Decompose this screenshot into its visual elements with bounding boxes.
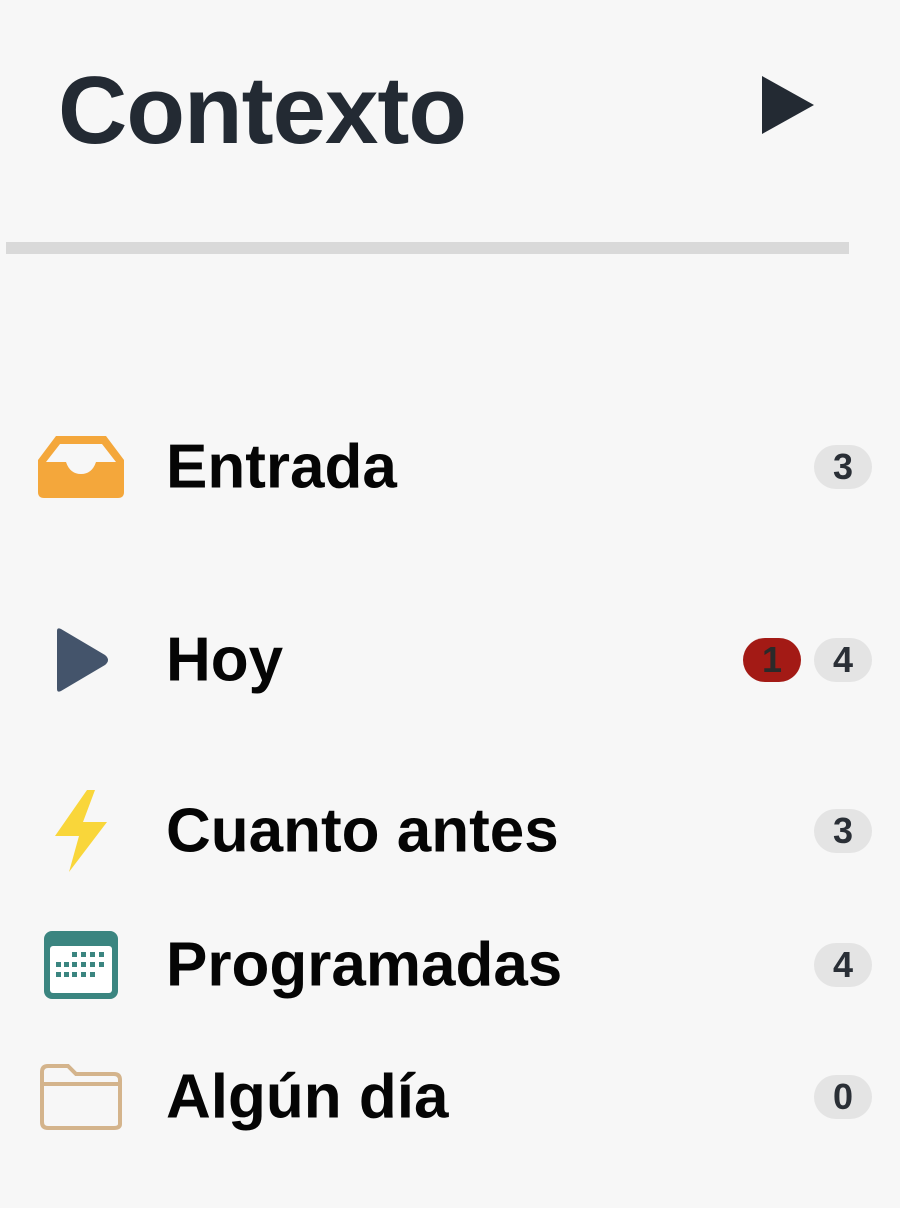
count-badge: 3: [814, 445, 872, 489]
count-badge: 0: [814, 1075, 872, 1119]
count-badge: 4: [814, 943, 872, 987]
sidebar-item-hoy[interactable]: Hoy 1 4: [0, 605, 900, 715]
sidebar-toggle-button[interactable]: [758, 72, 818, 138]
lightning-bolt-icon: [34, 786, 128, 876]
count-badge: 4: [814, 638, 872, 682]
sidebar-item-label: Cuanto antes: [166, 796, 559, 866]
header-divider: [6, 242, 849, 254]
folder-icon: [34, 1052, 128, 1142]
sidebar-item-label: Programadas: [166, 930, 563, 1000]
play-triangle-icon: [762, 76, 814, 134]
sidebar-item-label: Algún día: [166, 1062, 449, 1132]
sidebar-item-label: Hoy: [166, 625, 284, 695]
today-triangle-icon: [34, 615, 128, 705]
inbox-tray-icon: [34, 422, 128, 512]
page-title: Contexto: [58, 57, 467, 164]
sidebar-item-label: Entrada: [166, 432, 397, 502]
count-badge: 3: [814, 809, 872, 853]
calendar-icon: [34, 920, 128, 1010]
sidebar-item-entrada[interactable]: Entrada 3: [0, 412, 900, 522]
sidebar-item-cuanto-antes[interactable]: Cuanto antes 3: [0, 776, 900, 886]
sidebar-item-programadas[interactable]: Programadas 4: [0, 910, 900, 1020]
overdue-badge: 1: [743, 638, 801, 682]
sidebar-item-algun-dia[interactable]: Algún día 0: [0, 1042, 900, 1152]
